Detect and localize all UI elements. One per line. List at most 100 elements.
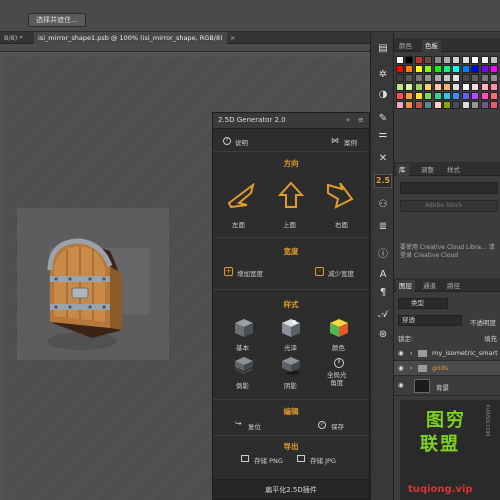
swatch[interactable] bbox=[414, 56, 423, 64]
save-jpg-button[interactable]: 存储 JPG bbox=[297, 454, 347, 465]
swatch[interactable] bbox=[471, 92, 480, 100]
doc-tab-active[interactable]: isi_mirror_shape1.psb @ 100% (isi_mirror… bbox=[34, 32, 227, 44]
doc-tab-1[interactable]: B/8) * bbox=[0, 32, 27, 44]
cases-button[interactable]: ⋈ 案例 bbox=[331, 137, 365, 148]
glyph-icon[interactable]: 𝒜 bbox=[376, 308, 390, 322]
swatch[interactable] bbox=[480, 101, 489, 109]
swatch[interactable] bbox=[490, 92, 498, 100]
swatch[interactable] bbox=[490, 74, 498, 82]
tab-channels[interactable]: 通道 bbox=[420, 280, 439, 292]
swatch[interactable] bbox=[461, 74, 470, 82]
color-cube-icon[interactable] bbox=[329, 318, 349, 338]
swatch[interactable] bbox=[396, 74, 404, 82]
swatch[interactable] bbox=[424, 65, 433, 73]
swatch[interactable] bbox=[424, 56, 433, 64]
tab-paths[interactable]: 路径 bbox=[444, 280, 463, 292]
swatch[interactable] bbox=[433, 83, 442, 91]
layer-row[interactable]: ◉ › my_isometric_smart bbox=[394, 346, 500, 361]
people-icon[interactable]: ⚇ bbox=[376, 198, 390, 212]
swatch[interactable] bbox=[433, 74, 442, 82]
sparkle-icon[interactable]: ✲ bbox=[376, 68, 390, 82]
swatch[interactable] bbox=[433, 92, 442, 100]
tab-color[interactable]: 颜色 bbox=[396, 40, 415, 52]
swatch[interactable] bbox=[433, 56, 442, 64]
swatch[interactable] bbox=[490, 56, 498, 64]
swatches-icon[interactable]: ▤ bbox=[376, 42, 390, 56]
global-light-icon[interactable] bbox=[333, 357, 345, 369]
save-button[interactable]: ✓ 保存 bbox=[318, 420, 354, 431]
swatch[interactable] bbox=[443, 74, 451, 82]
swatch[interactable] bbox=[461, 92, 470, 100]
swatch[interactable] bbox=[461, 56, 470, 64]
tab-styles[interactable]: 样式 bbox=[444, 164, 463, 176]
swatch[interactable] bbox=[433, 101, 442, 109]
swatch[interactable] bbox=[396, 83, 404, 91]
layers-stack-icon[interactable]: ≣ bbox=[376, 220, 390, 234]
swatch[interactable] bbox=[471, 74, 480, 82]
info-icon[interactable]: ⓘ bbox=[376, 248, 390, 262]
history-icon[interactable]: ⊛ bbox=[376, 328, 390, 342]
tab-adjustments[interactable]: 调整 bbox=[418, 164, 437, 176]
arrow-right-icon[interactable] bbox=[326, 183, 354, 209]
swatch[interactable] bbox=[461, 65, 470, 73]
swatch[interactable] bbox=[405, 101, 414, 109]
blend-mode-select[interactable]: 穿透 bbox=[398, 315, 462, 326]
swatch[interactable] bbox=[480, 74, 489, 82]
swatch[interactable] bbox=[480, 92, 489, 100]
swatch[interactable] bbox=[396, 92, 404, 100]
swatch[interactable] bbox=[405, 83, 414, 91]
character-icon[interactable]: A bbox=[376, 268, 390, 282]
paragraph-icon[interactable]: ¶ bbox=[376, 286, 390, 300]
swatch[interactable] bbox=[414, 74, 423, 82]
swatch[interactable] bbox=[443, 101, 451, 109]
swatch[interactable] bbox=[405, 65, 414, 73]
tab-library[interactable]: 库 bbox=[396, 164, 409, 176]
gloss-cube-icon[interactable] bbox=[281, 318, 301, 338]
swatch[interactable] bbox=[396, 65, 404, 73]
swatch[interactable] bbox=[461, 83, 470, 91]
add-width-button[interactable]: + 增加宽度 bbox=[224, 266, 284, 278]
collapse-icon[interactable]: » bbox=[346, 116, 350, 124]
swatch[interactable] bbox=[424, 101, 433, 109]
swatch[interactable] bbox=[414, 65, 423, 73]
eye-icon[interactable]: ◉ bbox=[398, 349, 404, 357]
swatch[interactable] bbox=[405, 74, 414, 82]
layer-row[interactable]: ◉ 背景 bbox=[394, 376, 500, 396]
arrow-left-icon[interactable] bbox=[227, 183, 255, 209]
swatch[interactable] bbox=[443, 56, 451, 64]
swatch[interactable] bbox=[480, 83, 489, 91]
help-button[interactable]: ? 说明 bbox=[223, 137, 253, 147]
swatch[interactable] bbox=[424, 92, 433, 100]
generator-badge[interactable]: 2.5 bbox=[374, 174, 392, 188]
swatch[interactable] bbox=[480, 65, 489, 73]
library-dropdown[interactable] bbox=[400, 182, 498, 194]
swatch[interactable] bbox=[452, 56, 461, 64]
basic-cube-icon[interactable] bbox=[234, 318, 254, 338]
swatch[interactable] bbox=[452, 83, 461, 91]
swatch[interactable] bbox=[471, 101, 480, 109]
layer-row[interactable]: ◉ › grids bbox=[394, 361, 500, 376]
swatch[interactable] bbox=[424, 74, 433, 82]
library-search-input[interactable]: Adobe Stock bbox=[400, 200, 498, 212]
eye-icon[interactable]: ◉ bbox=[398, 381, 404, 389]
reduce-width-button[interactable]: - 减少宽度 bbox=[315, 266, 369, 278]
tab-swatches[interactable]: 色板 bbox=[422, 40, 441, 52]
swatch[interactable] bbox=[433, 65, 442, 73]
swatch[interactable] bbox=[490, 65, 498, 73]
doc-tab-close[interactable]: × bbox=[226, 32, 239, 44]
swatch[interactable] bbox=[471, 83, 480, 91]
swatch[interactable] bbox=[452, 92, 461, 100]
eye-icon[interactable]: ◉ bbox=[398, 364, 404, 372]
swatch[interactable] bbox=[396, 101, 404, 109]
save-png-button[interactable]: 存储 PNG bbox=[241, 454, 291, 465]
swatch[interactable] bbox=[452, 65, 461, 73]
swatch[interactable] bbox=[405, 56, 414, 64]
swatch[interactable] bbox=[471, 65, 480, 73]
swatch[interactable] bbox=[414, 83, 423, 91]
layer-filter-select[interactable]: 类型 bbox=[398, 298, 448, 309]
swatch[interactable] bbox=[443, 92, 451, 100]
chevron-right-icon[interactable]: › bbox=[410, 349, 413, 357]
swatch[interactable] bbox=[471, 56, 480, 64]
tab-layers[interactable]: 图层 bbox=[396, 280, 415, 292]
shadow-cube-icon[interactable] bbox=[281, 356, 301, 376]
